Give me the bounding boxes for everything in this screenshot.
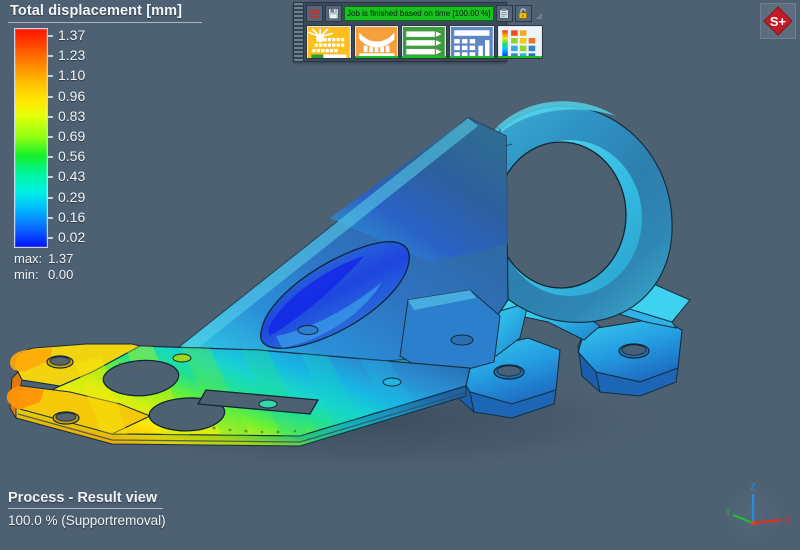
open-padlock-icon[interactable]: [514, 5, 532, 22]
legend-min-value: 0.00: [48, 267, 74, 282]
legend-max-row: max: 1.37: [14, 251, 206, 267]
result-view-window: Total displacement [mm] 1.37 1.23 1.10 0.96…: [0, 0, 800, 550]
plate-bore-lower-left: [55, 412, 77, 422]
legend-min-row: min: 0.00: [14, 267, 206, 283]
legend-tick-label: 0.29: [58, 188, 86, 205]
toolbar-status-row: Job is finished based on time [100.00 %]: [306, 5, 543, 22]
legend-tick-mark: [48, 216, 53, 219]
legend-tick-mark: [48, 95, 53, 98]
legend-tick-label: 0.56: [58, 148, 86, 165]
legend-title-rule: [8, 22, 202, 23]
legend-max-value: 1.37: [48, 251, 74, 266]
legend-tick-mark: [48, 136, 53, 138]
legend-tick-label: 0.83: [58, 107, 86, 124]
rear-right-bolt-bore: [621, 344, 647, 356]
results-table-button[interactable]: [449, 25, 495, 59]
legend-tick-label: 0.02: [58, 229, 86, 245]
legend-tick-mark: [48, 75, 53, 78]
toolbar-body: Job is finished based on time [100.00 %]: [304, 3, 545, 61]
legend-tick-label: 1.23: [58, 47, 86, 64]
result-legend: Total displacement [mm] 1.37 1.23 1.10 0.96…: [6, 2, 206, 283]
ring-bore-hole: [495, 141, 627, 289]
legend-tick-label: 0.43: [58, 168, 86, 185]
triad-origin: [750, 520, 756, 526]
legend-tick-label: 0.69: [58, 128, 86, 144]
triad-label-y: Y: [725, 507, 731, 517]
legend-tick-mark: [48, 237, 53, 239]
process-status: 100.0 % (Supportremoval): [8, 513, 166, 528]
legend-min-label: min:: [14, 267, 39, 282]
toolbar-resize-handle[interactable]: [534, 7, 543, 20]
process-caption: Process - Result view 100.0 % (Supportre…: [8, 490, 268, 528]
job-status-text: Job is finished based on time [100.00 %]: [347, 9, 491, 18]
simufact-logo[interactable]: S+: [760, 3, 796, 39]
legend-tick-label: 0.16: [58, 208, 86, 225]
axis-triad[interactable]: Z X Y: [708, 478, 798, 548]
legend-tick-mark: [48, 35, 53, 37]
process-title-rule: [8, 508, 163, 509]
plate-bore-upper-left: [49, 356, 71, 366]
plate-small-hole-b: [258, 399, 278, 409]
legend-tick-mark: [48, 196, 53, 199]
legend-tick-mark: [48, 55, 53, 58]
save-disk-icon[interactable]: [325, 5, 342, 22]
triad-label-z: Z: [750, 482, 756, 492]
triad-label-x: X: [785, 515, 791, 525]
toolbar-drag-grip[interactable]: [294, 3, 304, 61]
menu-lines-icon[interactable]: [306, 5, 323, 22]
legend-title: Total displacement [mm]: [10, 3, 183, 19]
pocket-small-hole: [297, 325, 319, 335]
clipboard-icon[interactable]: [495, 5, 513, 22]
rear-left-bolt-bore: [496, 365, 522, 377]
toolbar-button-row: [306, 25, 543, 59]
legend-bar-wrap: 1.37 1.23 1.10 0.96 0.83 0.69 0.56 0.43 0.29 0.16…: [6, 27, 206, 248]
process-toolbar[interactable]: Job is finished based on time [100.00 %]: [293, 2, 543, 62]
legend-tick-mark: [48, 115, 53, 118]
legend-tick-mark: [48, 176, 53, 179]
job-status-field: Job is finished based on time [100.00 %]: [344, 6, 494, 21]
color-bar[interactable]: [14, 28, 48, 248]
legend-tick-label: 0.96: [58, 87, 86, 104]
legend-minmax: max: 1.37 min: 0.00: [6, 251, 206, 283]
process-title: Process - Result view: [8, 490, 158, 506]
legend-tick-mark: [48, 156, 53, 159]
color-legend-settings-button[interactable]: [496, 25, 543, 59]
legend-ticks: 1.37 1.23 1.10 0.96 0.83 0.69 0.56 0.43 0.29 0.16…: [48, 27, 198, 246]
gusset-hole: [450, 334, 474, 346]
legend-tick-label: 1.10: [58, 67, 86, 84]
legend-max-label: max:: [14, 251, 43, 266]
legend-tick-label: 1.37: [58, 27, 86, 43]
process-steps-list-button[interactable]: [401, 25, 448, 59]
logo-text: S+: [770, 14, 787, 29]
deformation-results-button[interactable]: [353, 25, 400, 59]
plate-small-hole-a: [172, 353, 192, 363]
illumination-settings-button[interactable]: [306, 25, 352, 59]
plate-small-hole-c: [382, 377, 402, 387]
